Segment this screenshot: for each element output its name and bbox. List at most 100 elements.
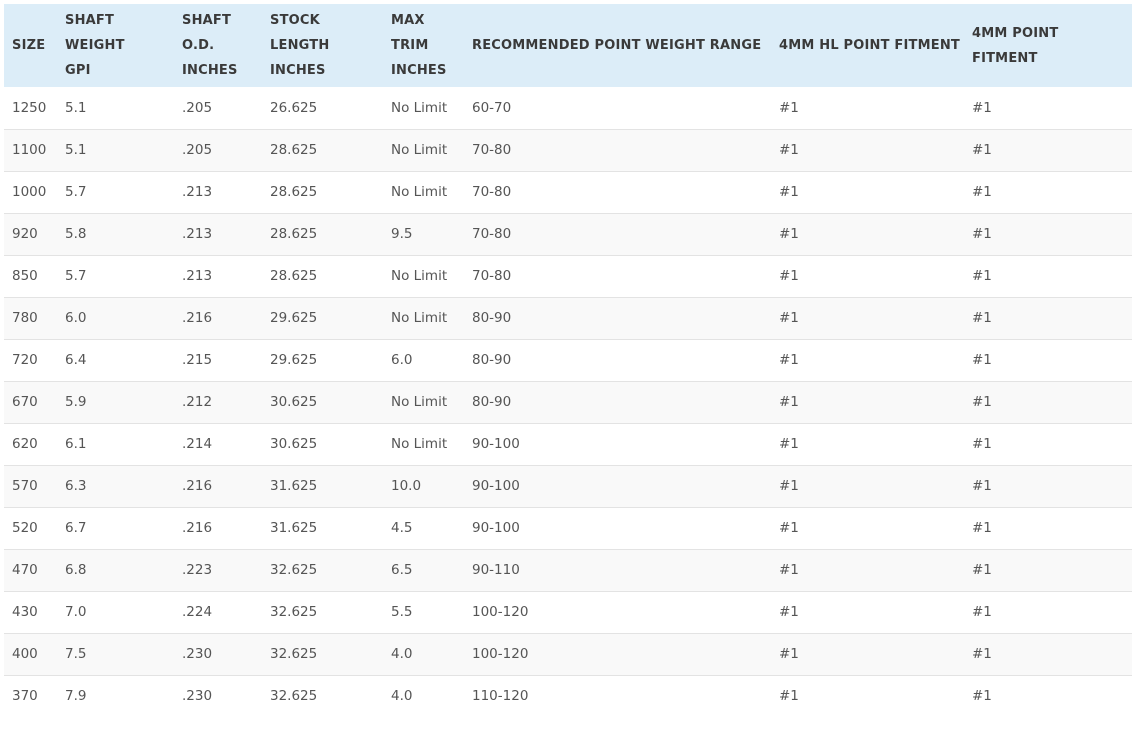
column-header-line: 4MM POINT FITMENT xyxy=(972,25,1059,66)
cell-recommended-point-weight-range: 70-80 xyxy=(464,255,771,298)
cell-4mm-point-fitment: #1 xyxy=(964,213,1132,256)
cell-shaft-od-inches: .215 xyxy=(174,339,262,382)
cell-4mm-point-fitment: #1 xyxy=(964,591,1132,634)
cell-4mm-hl-point-fitment: #1 xyxy=(771,297,964,340)
column-header-4mm-point-fitment: 4MM POINT FITMENT xyxy=(964,4,1132,87)
column-header-line: MAX xyxy=(391,13,425,28)
table-row: 850 5.7.213 28.625 No Limit 70-80 #1 #1 xyxy=(4,255,1132,298)
cell-recommended-point-weight-range: 70-80 xyxy=(464,213,771,256)
cell-4mm-point-fitment: #1 xyxy=(964,255,1132,298)
table-row: 670 5.9.212 30.625 No Limit 80-90 #1 #1 xyxy=(4,381,1132,424)
cell-shaft-weight-gpi: 6.8 xyxy=(57,549,174,592)
cell-recommended-point-weight-range: 90-100 xyxy=(464,465,771,508)
cell-stock-length-inches: 32.625 xyxy=(262,549,383,592)
cell-max-trim-inches: 4.0 xyxy=(383,675,464,717)
cell-4mm-hl-point-fitment: #1 xyxy=(771,171,964,214)
cell-size: 400 xyxy=(4,633,57,676)
cell-shaft-weight-gpi: 6.0 xyxy=(57,297,174,340)
column-header-line: RECOMMENDED POINT WEIGHT RANGE xyxy=(472,38,762,53)
cell-size: 720 xyxy=(4,339,57,382)
cell-4mm-point-fitment: #1 xyxy=(964,339,1132,382)
cell-size: 1000 xyxy=(4,171,57,214)
cell-recommended-point-weight-range: 90-110 xyxy=(464,549,771,592)
cell-shaft-od-inches: .212 xyxy=(174,381,262,424)
cell-4mm-hl-point-fitment: #1 xyxy=(771,465,964,508)
table-row: 1250 5.1.205 26.625 No Limit 60-70 #1 #1 xyxy=(4,87,1132,130)
column-header-line: INCHES xyxy=(182,63,238,78)
cell-stock-length-inches: 32.625 xyxy=(262,675,383,717)
cell-max-trim-inches: 4.5 xyxy=(383,507,464,550)
cell-4mm-point-fitment: #1 xyxy=(964,381,1132,424)
column-header-line: INCHES xyxy=(391,63,447,78)
cell-shaft-od-inches: .216 xyxy=(174,297,262,340)
cell-shaft-weight-gpi: 6.4 xyxy=(57,339,174,382)
cell-shaft-weight-gpi: 7.9 xyxy=(57,675,174,717)
cell-shaft-od-inches: .223 xyxy=(174,549,262,592)
table-row: 400 7.5.230 32.625 4.0 100-120 #1 #1 xyxy=(4,633,1132,676)
cell-4mm-point-fitment: #1 xyxy=(964,465,1132,508)
cell-max-trim-inches: No Limit xyxy=(383,297,464,340)
cell-stock-length-inches: 31.625 xyxy=(262,507,383,550)
cell-stock-length-inches: 31.625 xyxy=(262,465,383,508)
cell-shaft-weight-gpi: 5.1 xyxy=(57,129,174,172)
cell-4mm-hl-point-fitment: #1 xyxy=(771,507,964,550)
cell-stock-length-inches: 28.625 xyxy=(262,129,383,172)
cell-size: 370 xyxy=(4,675,57,717)
cell-4mm-point-fitment: #1 xyxy=(964,633,1132,676)
shaft-spec-table: SIZE SHAFT WEIGHT GPI SHAFT O.D. INCHES STOCK LE… xyxy=(4,4,1132,717)
cell-shaft-od-inches: .213 xyxy=(174,255,262,298)
cell-4mm-hl-point-fitment: #1 xyxy=(771,129,964,172)
cell-4mm-hl-point-fitment: #1 xyxy=(771,381,964,424)
table-row: 1100 5.1.205 28.625 No Limit 70-80 #1 #1 xyxy=(4,129,1132,172)
cell-size: 670 xyxy=(4,381,57,424)
column-header-line: SHAFT xyxy=(65,13,115,28)
column-header-size: SIZE xyxy=(4,4,57,87)
table-row: 430 7.0.224 32.625 5.5 100-120 #1 #1 xyxy=(4,591,1132,634)
cell-shaft-od-inches: .216 xyxy=(174,507,262,550)
cell-shaft-od-inches: .205 xyxy=(174,87,262,130)
cell-4mm-point-fitment: #1 xyxy=(964,129,1132,172)
cell-shaft-od-inches: .216 xyxy=(174,465,262,508)
cell-size: 850 xyxy=(4,255,57,298)
cell-4mm-hl-point-fitment: #1 xyxy=(771,633,964,676)
column-header-4mm-hl-point-fitment: 4MM HL POINT FITMENT xyxy=(771,4,964,87)
table-row: 780 6.0.216 29.625 No Limit 80-90 #1 #1 xyxy=(4,297,1132,340)
cell-size: 620 xyxy=(4,423,57,466)
cell-4mm-hl-point-fitment: #1 xyxy=(771,549,964,592)
cell-size: 520 xyxy=(4,507,57,550)
cell-4mm-hl-point-fitment: #1 xyxy=(771,213,964,256)
cell-max-trim-inches: 5.5 xyxy=(383,591,464,634)
column-header-shaft-weight-gpi: SHAFT WEIGHT GPI xyxy=(57,4,174,87)
table-row: 570 6.3.216 31.625 10.0 90-100 #1 #1 xyxy=(4,465,1132,508)
cell-stock-length-inches: 28.625 xyxy=(262,213,383,256)
cell-recommended-point-weight-range: 70-80 xyxy=(464,129,771,172)
cell-shaft-od-inches: .213 xyxy=(174,171,262,214)
cell-shaft-od-inches: .230 xyxy=(174,675,262,717)
cell-shaft-weight-gpi: 5.7 xyxy=(57,255,174,298)
cell-recommended-point-weight-range: 70-80 xyxy=(464,171,771,214)
cell-size: 430 xyxy=(4,591,57,634)
cell-4mm-point-fitment: #1 xyxy=(964,507,1132,550)
column-header-line: O.D. xyxy=(182,38,215,53)
column-header-max-trim-inches: MAX TRIM INCHES xyxy=(383,4,464,87)
cell-4mm-hl-point-fitment: #1 xyxy=(771,591,964,634)
table-row: 370 7.9.230 32.625 4.0 110-120 #1 #1 xyxy=(4,675,1132,717)
cell-stock-length-inches: 28.625 xyxy=(262,255,383,298)
column-header-line: SIZE xyxy=(12,38,46,53)
cell-recommended-point-weight-range: 100-120 xyxy=(464,591,771,634)
cell-size: 1250 xyxy=(4,87,57,130)
column-header-line: TRIM xyxy=(391,38,429,53)
cell-shaft-od-inches: .214 xyxy=(174,423,262,466)
column-header-line: SHAFT xyxy=(182,13,232,28)
cell-max-trim-inches: 9.5 xyxy=(383,213,464,256)
cell-max-trim-inches: No Limit xyxy=(383,381,464,424)
table-row: 520 6.7.216 31.625 4.5 90-100 #1 #1 xyxy=(4,507,1132,550)
cell-size: 570 xyxy=(4,465,57,508)
cell-4mm-point-fitment: #1 xyxy=(964,87,1132,130)
cell-4mm-point-fitment: #1 xyxy=(964,297,1132,340)
cell-4mm-hl-point-fitment: #1 xyxy=(771,675,964,717)
cell-4mm-point-fitment: #1 xyxy=(964,549,1132,592)
table-header-row: SIZE SHAFT WEIGHT GPI SHAFT O.D. INCHES STOCK LE… xyxy=(4,4,1132,87)
column-header-line: INCHES xyxy=(270,63,326,78)
cell-4mm-point-fitment: #1 xyxy=(964,171,1132,214)
